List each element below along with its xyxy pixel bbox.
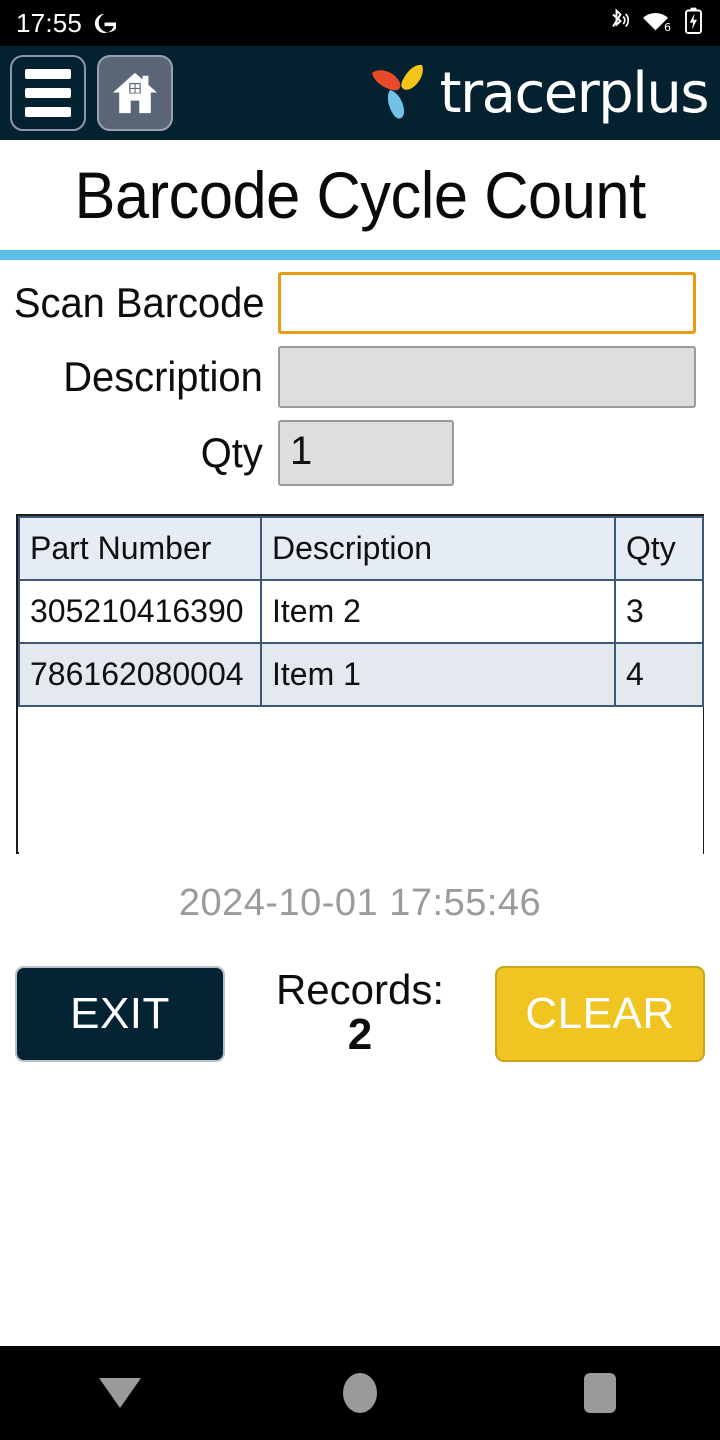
page-title: Barcode Cycle Count: [74, 158, 646, 232]
records-counter: Records: 2: [225, 969, 495, 1058]
hamburger-menu-button[interactable]: [10, 55, 86, 131]
qty-input[interactable]: 1: [278, 420, 454, 486]
battery-charging-icon: [685, 7, 702, 39]
home-icon: [112, 71, 158, 115]
records-count: 2: [347, 1010, 373, 1060]
page-title-zone: Barcode Cycle Count: [0, 140, 720, 250]
cell-qty: 4: [614, 642, 704, 707]
table-row[interactable]: 786162080004 Item 1 4: [18, 642, 704, 707]
table-row[interactable]: 305210416390 Item 2 3: [18, 579, 704, 644]
nav-back-button[interactable]: [60, 1346, 180, 1440]
bluetooth-audio-icon: [606, 7, 630, 39]
header-button-group: [0, 55, 173, 131]
description-label: Description: [63, 353, 263, 400]
records-table: Part Number Description Qty 305210416390…: [18, 516, 704, 854]
cell-part-number: 305210416390: [18, 579, 262, 644]
phone-screen: 17:55 6 tracerplus Barcode Cycle Count S…: [0, 0, 720, 1440]
hamburger-menu-icon: [25, 69, 71, 117]
column-header-part-number[interactable]: Part Number: [18, 516, 262, 581]
back-triangle-icon: [99, 1378, 141, 1408]
cell-part-number: 786162080004: [18, 642, 262, 707]
records-label: Records:: [275, 966, 445, 1014]
action-bar: EXIT Records: 2 CLEAR: [0, 964, 720, 1064]
svg-text:6: 6: [664, 21, 671, 33]
scan-barcode-input[interactable]: [278, 272, 696, 334]
nav-home-button[interactable]: [300, 1346, 420, 1440]
clear-button[interactable]: CLEAR: [495, 966, 705, 1062]
brand-logo: tracerplus: [366, 57, 720, 129]
tracerplus-pinwheel-logo-icon: [366, 57, 438, 129]
exit-button[interactable]: EXIT: [15, 966, 225, 1062]
form-row-scan-barcode: Scan Barcode: [0, 272, 720, 334]
form-row-description: Description: [0, 346, 720, 408]
description-input[interactable]: [278, 346, 696, 408]
empty-cell: [261, 706, 615, 854]
recents-square-icon: [584, 1373, 616, 1413]
empty-cell: [615, 706, 703, 854]
wifi-6-icon: 6: [642, 8, 672, 38]
app-header: tracerplus: [0, 46, 720, 140]
scan-barcode-label: Scan Barcode: [13, 279, 265, 326]
home-circle-icon: [343, 1373, 377, 1413]
brand-logo-text: tracerplus: [439, 61, 710, 126]
records-table-container[interactable]: Part Number Description Qty 305210416390…: [16, 514, 704, 854]
cell-description: Item 2: [260, 579, 616, 644]
status-bar: 17:55 6: [0, 0, 720, 46]
cell-description: Item 1: [260, 642, 616, 707]
empty-cell: [19, 706, 261, 854]
timestamp-label: 2024-10-01 17:55:46: [178, 882, 542, 924]
nav-recents-button[interactable]: [540, 1346, 660, 1440]
system-navigation-bar: [0, 1346, 720, 1440]
column-header-description[interactable]: Description: [260, 516, 616, 581]
table-empty-area: [19, 706, 703, 854]
status-bar-left: 17:55: [16, 8, 117, 38]
status-bar-right: 6: [606, 7, 702, 39]
table-header-row: Part Number Description Qty: [18, 516, 704, 581]
qty-label: Qty: [200, 429, 263, 476]
entry-form: Scan Barcode Description Qty 1: [0, 272, 720, 498]
table-body: 305210416390 Item 2 3 786162080004 Item …: [18, 579, 704, 854]
status-bar-clock: 17:55: [16, 8, 83, 38]
form-row-qty: Qty 1: [0, 420, 720, 486]
cell-qty: 3: [614, 579, 704, 644]
column-header-qty[interactable]: Qty: [614, 516, 704, 581]
home-button[interactable]: [97, 55, 173, 131]
table-header: Part Number Description Qty: [18, 516, 704, 581]
accent-divider: [0, 250, 720, 260]
google-g-icon: [93, 12, 117, 35]
